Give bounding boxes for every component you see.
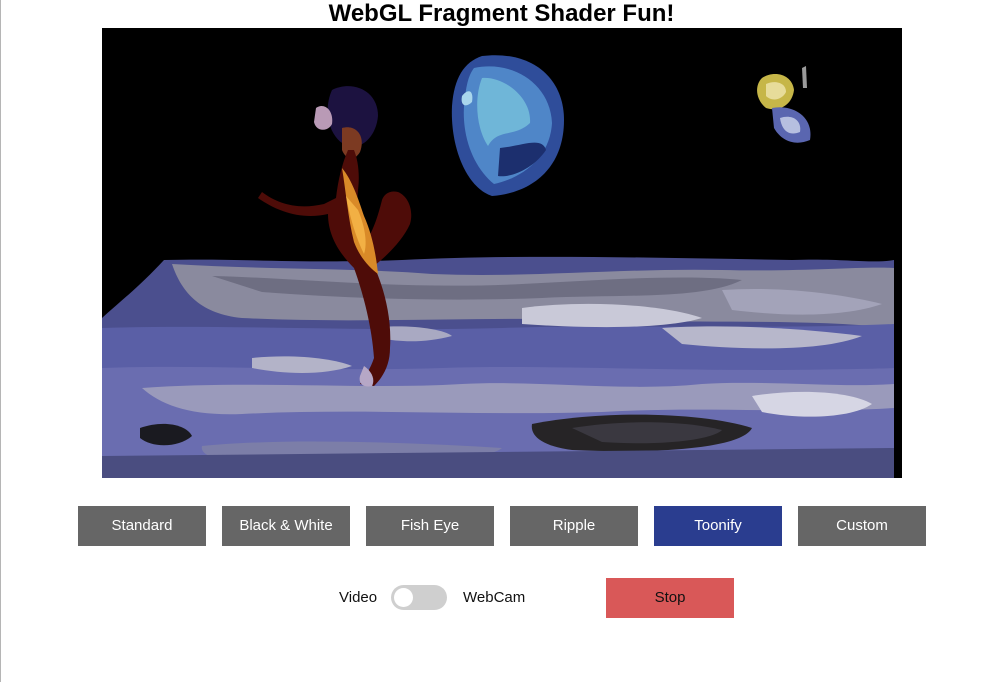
custom-filter-button[interactable]: Custom <box>798 506 926 546</box>
video-source-label: Video <box>339 589 378 606</box>
moon-surface <box>102 256 894 478</box>
webcam-source-label: WebCam <box>463 589 526 606</box>
black-white-filter-button[interactable]: Black & White <box>222 506 350 546</box>
toonify-filter-button[interactable]: Toonify <box>654 506 782 546</box>
standard-filter-button[interactable]: Standard <box>78 506 206 546</box>
source-toggle-switch[interactable] <box>391 585 447 610</box>
video-frame <box>102 28 902 478</box>
page-title: WebGL Fragment Shader Fun! <box>328 0 675 27</box>
ripple-filter-button[interactable]: Ripple <box>510 506 638 546</box>
fish-eye-filter-button[interactable]: Fish Eye <box>366 506 494 546</box>
toggle-knob <box>394 588 413 607</box>
stop-button[interactable]: Stop <box>606 578 734 618</box>
shader-canvas[interactable] <box>102 28 902 478</box>
filter-button-bar: Standard Black & White Fish Eye Ripple T… <box>78 506 928 546</box>
source-controls: Video WebCam Stop <box>1 578 1001 618</box>
page: WebGL Fragment Shader Fun! Standard Blac… <box>0 0 1001 682</box>
